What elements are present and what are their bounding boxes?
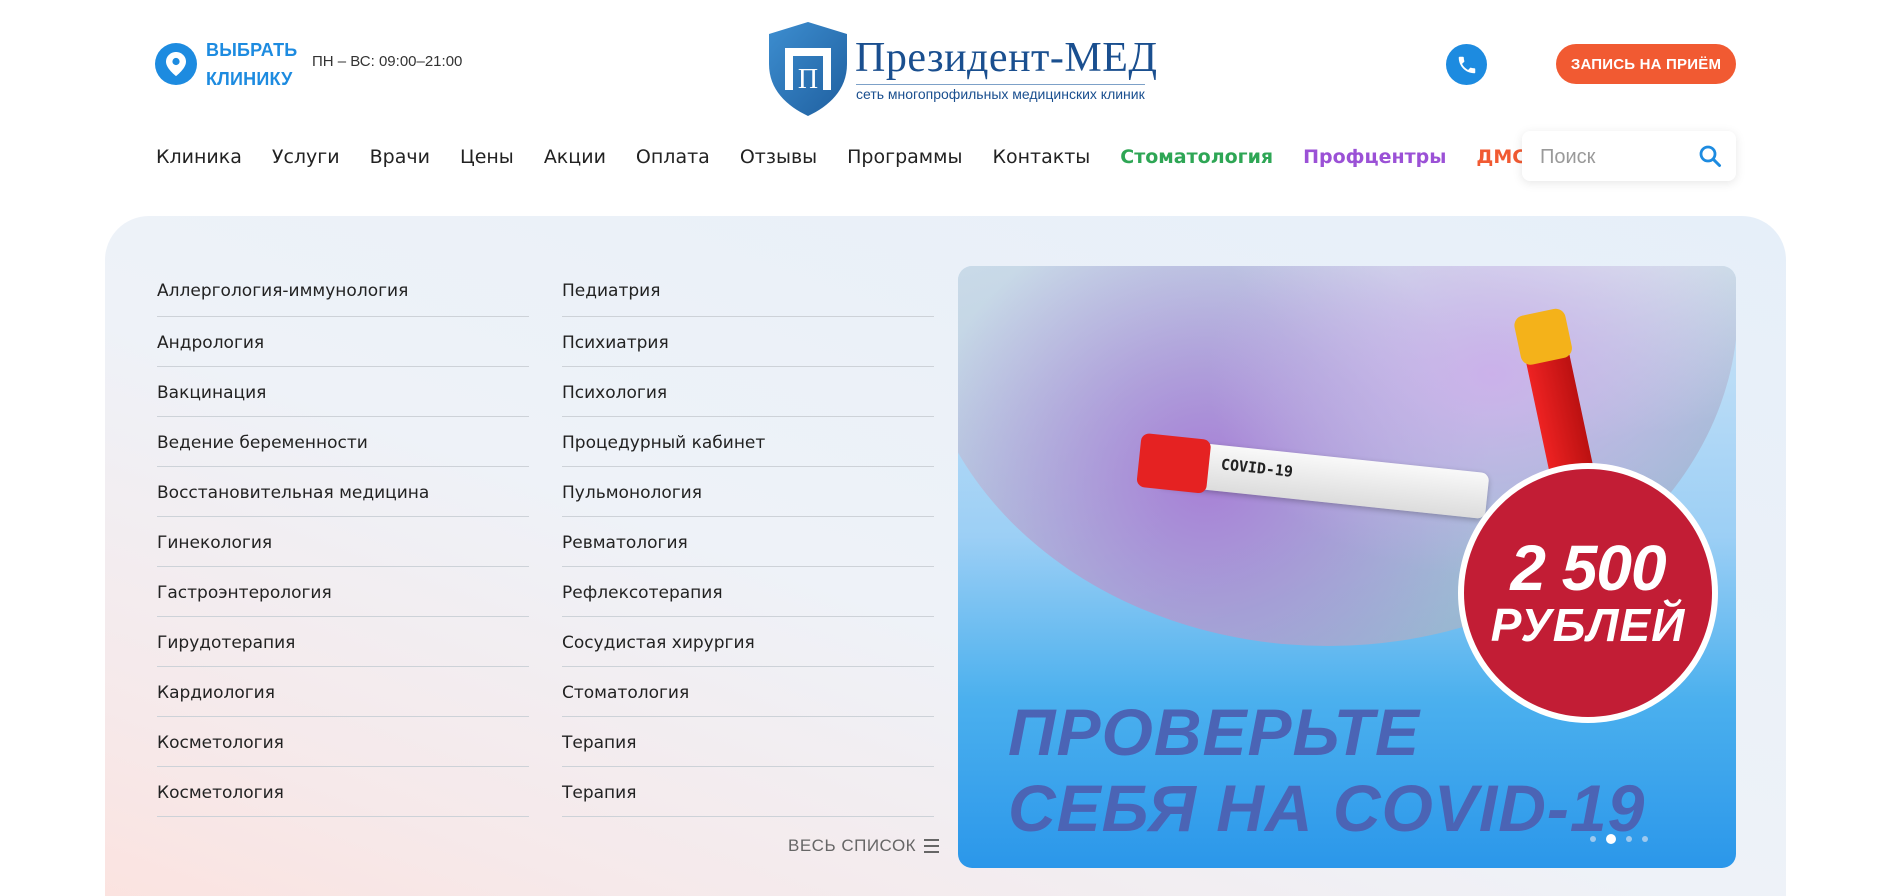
- service-item[interactable]: Педиатрия: [562, 264, 934, 317]
- choose-clinic-link[interactable]: ВЫБРАТЬ КЛИНИКУ: [206, 36, 316, 94]
- price-number: 2 500: [1510, 532, 1666, 604]
- all-list-label: ВЕСЬ СПИСОК: [788, 836, 917, 855]
- logo-shield-icon: П: [769, 22, 847, 116]
- service-item[interactable]: Гирудотерапия: [157, 617, 529, 667]
- nav-item-prof-centers[interactable]: Профцентры: [1303, 146, 1446, 168]
- search-input[interactable]: [1538, 143, 1692, 171]
- price-currency: РУБЛЕЙ: [1490, 599, 1686, 651]
- all-list-link[interactable]: ВЕСЬ СПИСОК: [788, 836, 940, 856]
- service-item[interactable]: Терапия: [562, 717, 934, 767]
- working-hours: ПН – ВС: 09:00–21:00: [312, 53, 463, 70]
- slider-dot-active[interactable]: [1606, 834, 1616, 844]
- promo-headline-line1: ПРОВЕРЬТЕ: [1008, 695, 1420, 769]
- service-item[interactable]: Гинекология: [157, 517, 529, 567]
- nav-item-programs[interactable]: Программы: [847, 146, 962, 168]
- service-item[interactable]: Пульмонология: [562, 467, 934, 517]
- service-item[interactable]: Вакцинация: [157, 367, 529, 417]
- nav-item-reviews[interactable]: Отзывы: [740, 146, 817, 168]
- search-box: [1522, 131, 1736, 181]
- logo[interactable]: П: [765, 20, 851, 122]
- service-item[interactable]: Аллергология-иммунология: [157, 264, 529, 317]
- service-item[interactable]: Терапия: [562, 767, 934, 817]
- service-item[interactable]: Ведение беременности: [157, 417, 529, 467]
- service-item[interactable]: Андрология: [157, 317, 529, 367]
- service-item[interactable]: Процедурный кабинет: [562, 417, 934, 467]
- phone-button[interactable]: [1446, 44, 1487, 85]
- slider-dots: [1590, 834, 1648, 844]
- nav-item-dms[interactable]: ДМС: [1476, 146, 1526, 168]
- slider-dot[interactable]: [1642, 836, 1648, 842]
- logo-subtitle: сеть многопрофильных медицинских клиник: [856, 84, 1145, 102]
- tube-label: COVID-19: [1220, 455, 1294, 481]
- service-item[interactable]: Гастроэнтерология: [157, 567, 529, 617]
- services-column-2: Педиатрия Психиатрия Психология Процедур…: [562, 264, 934, 817]
- service-item[interactable]: Стоматология: [562, 667, 934, 717]
- phone-icon: [1458, 56, 1475, 73]
- nav-item-payment[interactable]: Оплата: [636, 146, 710, 168]
- nav-item-contacts[interactable]: Контакты: [992, 146, 1090, 168]
- menu-icon: [924, 839, 940, 853]
- nav-item-services[interactable]: Услуги: [272, 146, 340, 168]
- svg-text:П: П: [798, 64, 818, 95]
- price-badge: 2 500 РУБЛЕЙ: [1458, 463, 1718, 723]
- service-item[interactable]: Психология: [562, 367, 934, 417]
- promo-headline-line2: СЕБЯ НА COVID-19: [1008, 771, 1646, 845]
- appointment-button[interactable]: ЗАПИСЬ НА ПРИЁМ: [1556, 44, 1736, 84]
- service-item[interactable]: Ревматология: [562, 517, 934, 567]
- services-column-1: Аллергология-иммунология Андрология Вакц…: [157, 264, 529, 817]
- logo-title: Президент-МЕД: [855, 35, 1158, 81]
- nav-item-clinic[interactable]: Клиника: [156, 146, 242, 168]
- main-nav: Клиника Услуги Врачи Цены Акции Оплата О…: [156, 142, 1526, 172]
- nav-item-doctors[interactable]: Врачи: [370, 146, 430, 168]
- nav-item-dentistry[interactable]: Стоматология: [1120, 146, 1273, 168]
- promo-headline: ПРОВЕРЬТЕ СЕБЯ НА COVID-19: [1008, 694, 1645, 846]
- slider-dot[interactable]: [1590, 836, 1596, 842]
- service-item[interactable]: Психиатрия: [562, 317, 934, 367]
- service-item[interactable]: Косметология: [157, 717, 529, 767]
- slider-dot[interactable]: [1626, 836, 1632, 842]
- nav-item-prices[interactable]: Цены: [460, 146, 514, 168]
- search-icon[interactable]: [1698, 144, 1722, 168]
- service-item[interactable]: Кардиология: [157, 667, 529, 717]
- nav-item-promotions[interactable]: Акции: [544, 146, 606, 168]
- location-pin-icon[interactable]: [155, 43, 197, 85]
- promo-banner[interactable]: COVID-19 2 500 РУБЛЕЙ ПРОВЕРЬТЕ СЕБЯ НА …: [958, 266, 1736, 868]
- service-item[interactable]: Косметология: [157, 767, 529, 817]
- service-item[interactable]: Восстановительная медицина: [157, 467, 529, 517]
- service-item[interactable]: Сосудистая хирургия: [562, 617, 934, 667]
- service-item[interactable]: Рефлексотерапия: [562, 567, 934, 617]
